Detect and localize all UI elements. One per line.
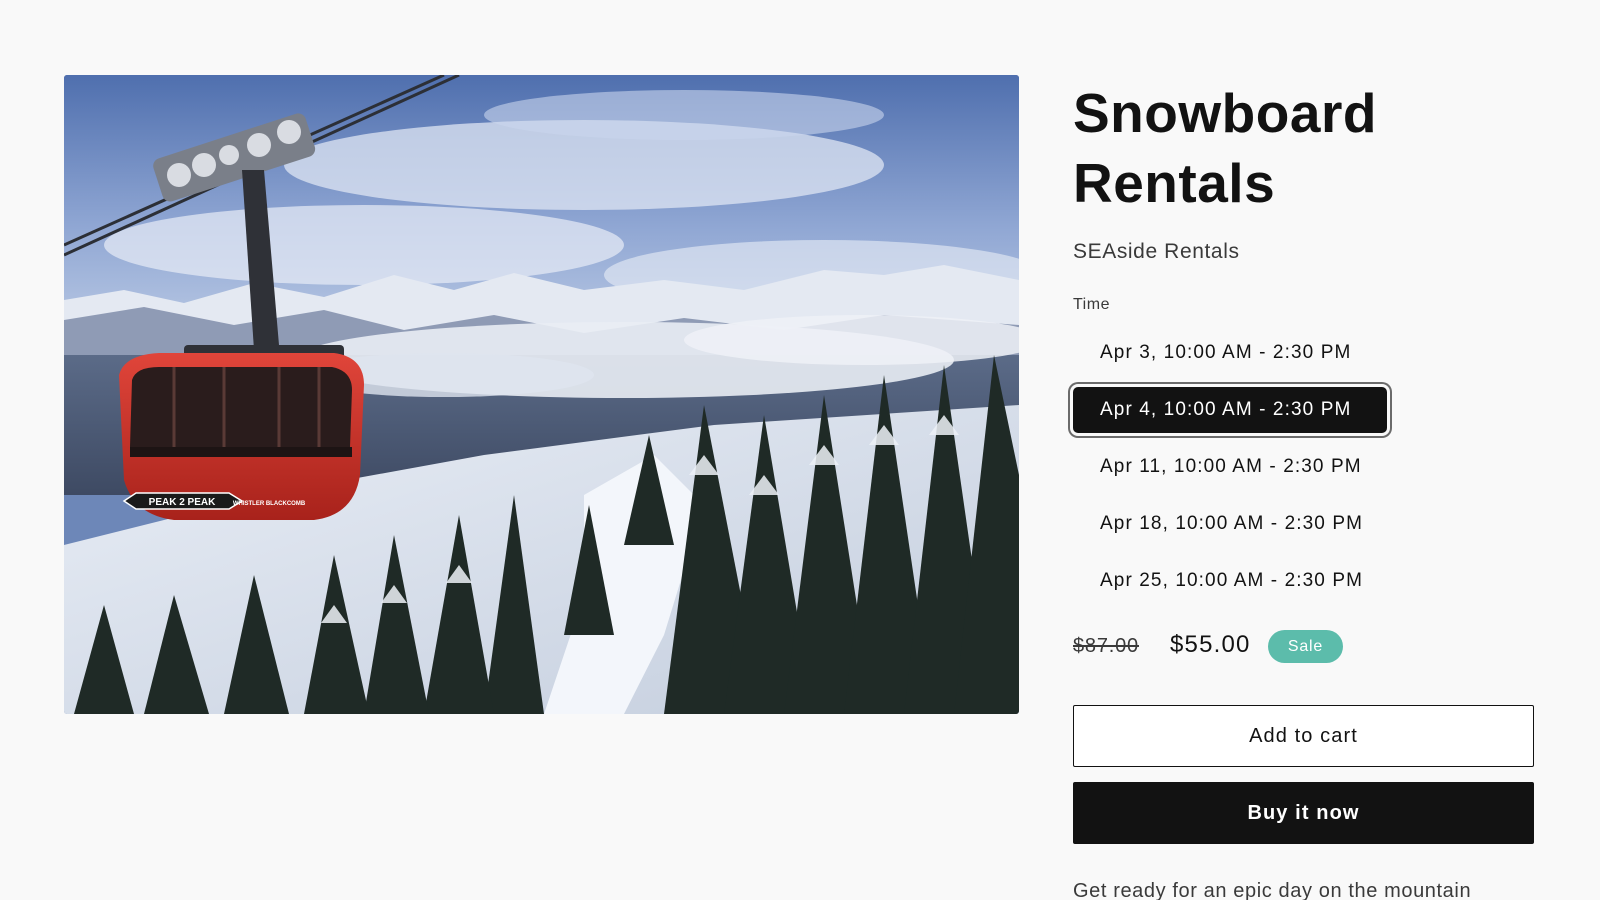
product-description: Get ready for an epic day on the mountai… [1073,880,1472,900]
product-title-line-2: Rentals [1073,152,1276,214]
sale-price: $55.00 [1170,631,1251,658]
time-option-apr-11[interactable]: Apr 11, 10:00 AM - 2:30 PM [1073,444,1387,490]
sale-badge: Sale [1268,630,1343,663]
product-title-line-1: Snowboard [1073,82,1377,144]
product-vendor: SEAside Rentals [1073,240,1240,263]
gondola-photo: PEAK 2 PEAK WHISTLER BLACKCOMB [64,75,1019,714]
gondola-logo-text: PEAK 2 PEAK [149,497,216,508]
product-page: PEAK 2 PEAK WHISTLER BLACKCOMB Snowboard… [0,0,1600,900]
gondola-brand-text: WHISTLER BLACKCOMB [233,501,306,507]
time-option-apr-4[interactable]: Apr 4, 10:00 AM - 2:30 PM [1073,387,1387,433]
product-title: Snowboard Rentals [1073,78,1543,218]
product-image[interactable]: PEAK 2 PEAK WHISTLER BLACKCOMB [64,75,1019,714]
time-option-label: Time [1073,296,1110,313]
add-to-cart-button[interactable]: Add to cart [1073,705,1534,767]
time-option-apr-3[interactable]: Apr 3, 10:00 AM - 2:30 PM [1073,330,1387,376]
regular-price: $87.00 [1073,635,1139,657]
time-option-apr-18[interactable]: Apr 18, 10:00 AM - 2:30 PM [1073,501,1387,547]
buy-now-button[interactable]: Buy it now [1073,782,1534,844]
price-row: $87.00 $55.00 Sale [1073,630,1543,666]
time-option-apr-25[interactable]: Apr 25, 10:00 AM - 2:30 PM [1073,558,1387,604]
